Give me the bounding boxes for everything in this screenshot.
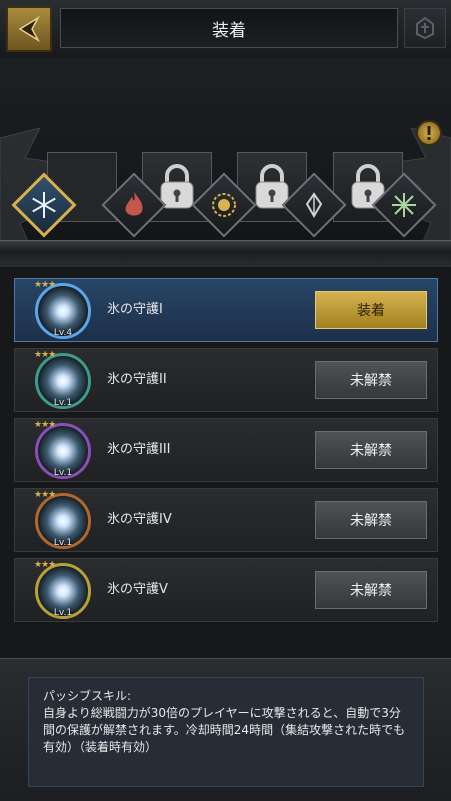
slot-panel	[0, 58, 451, 258]
skill-name: 氷の守護III	[107, 442, 171, 457]
description-panel: パッシブスキル: 自身より総戦闘力が30倍のプレイヤーに攻撃されると、自動で3分…	[0, 658, 451, 801]
locked-button[interactable]: 未解禁	[315, 501, 427, 539]
star-rating-icon: ★★★	[34, 350, 56, 360]
element-selector-row	[0, 170, 451, 240]
skill-level: Lv.1	[53, 398, 73, 408]
light-element-tab[interactable]	[191, 172, 257, 238]
locked-button[interactable]: 未解禁	[315, 571, 427, 609]
section-divider	[0, 240, 451, 267]
back-arrow-icon	[18, 15, 41, 43]
nature-element-tab[interactable]	[371, 172, 437, 238]
skill-level: Lv.4	[53, 328, 73, 338]
description-heading: パッシブスキル:	[43, 689, 132, 703]
description-body: 自身より総戦闘力が30倍のプレイヤーに攻撃されると、自動で3分間の保護が解禁され…	[43, 706, 406, 754]
menu-button[interactable]	[404, 8, 446, 48]
header-bar: 装着	[0, 0, 451, 59]
skill-row-2[interactable]: ★★★ Lv.1 氷の守護II 未解禁	[14, 348, 438, 412]
skill-level: Lv.1	[53, 468, 73, 478]
description-box: パッシブスキル: 自身より総戦闘力が30倍のプレイヤーに攻撃されると、自動で3分…	[28, 677, 424, 787]
emblem-icon	[416, 16, 434, 40]
skill-icon: ★★★ Lv.1	[34, 350, 91, 409]
skill-name: 氷の守護V	[107, 582, 168, 597]
locked-button[interactable]: 未解禁	[315, 361, 427, 399]
star-rating-icon: ★★★	[34, 560, 56, 570]
fire-element-tab[interactable]	[101, 172, 167, 238]
back-button[interactable]	[6, 6, 52, 52]
skill-icon: ★★★ Lv.1	[34, 490, 91, 549]
skill-row-4[interactable]: ★★★ Lv.1 氷の守護IV 未解禁	[14, 488, 438, 552]
star-rating-icon: ★★★	[34, 280, 56, 290]
skill-row-5[interactable]: ★★★ Lv.1 氷の守護V 未解禁	[14, 558, 438, 622]
exclamation-icon	[427, 126, 431, 140]
skill-icon: ★★★ Lv.1	[34, 420, 91, 479]
star-rating-icon: ★★★	[34, 420, 56, 430]
skill-name: 氷の守護II	[107, 372, 167, 387]
equip-button[interactable]: 装着	[315, 291, 427, 329]
skill-name: 氷の守護I	[107, 302, 163, 317]
locked-button[interactable]: 未解禁	[315, 431, 427, 469]
skill-name: 氷の守護IV	[107, 512, 172, 527]
star-rating-icon: ★★★	[34, 490, 56, 500]
leaf-burst-icon	[392, 193, 416, 217]
flame-icon	[125, 192, 143, 216]
skill-row-1[interactable]: ★★★ Lv.4 氷の守護I 装着	[14, 278, 438, 342]
wing-icon	[305, 192, 323, 218]
info-button[interactable]	[416, 120, 442, 146]
skill-level: Lv.1	[53, 608, 73, 618]
sun-icon	[212, 193, 236, 217]
skill-level: Lv.1	[53, 538, 73, 548]
skill-row-3[interactable]: ★★★ Lv.1 氷の守護III 未解禁	[14, 418, 438, 482]
skill-list: ★★★ Lv.4 氷の守護I 装着 ★★★ Lv.1 氷の守護II 未解禁 ★★…	[0, 268, 451, 658]
ice-element-tab[interactable]	[11, 172, 77, 238]
skill-icon: ★★★ Lv.1	[34, 560, 91, 619]
snowflake-icon	[32, 192, 56, 218]
skill-icon: ★★★ Lv.4	[34, 280, 91, 339]
wind-element-tab[interactable]	[281, 172, 347, 238]
page-title: 装着	[60, 8, 398, 48]
